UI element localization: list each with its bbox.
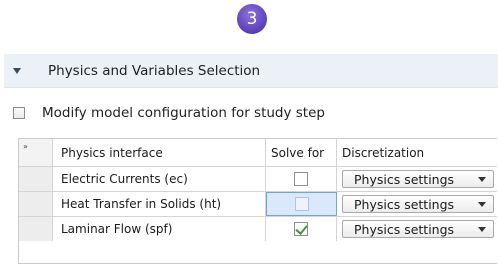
discretization-value: Physics settings xyxy=(354,196,455,212)
discretization-select[interactable]: Physics settings xyxy=(342,220,494,238)
column-header-physics-interface: Physics interface xyxy=(53,139,266,166)
discretization-select[interactable]: Physics settings xyxy=(342,170,494,188)
collapse-triangle-icon[interactable] xyxy=(13,67,25,74)
dropdown-caret-icon xyxy=(478,177,486,182)
discretization-cell: Physics settings xyxy=(337,192,497,216)
dropdown-caret-icon xyxy=(478,202,486,207)
discretization-cell: Physics settings xyxy=(337,167,497,191)
physics-interface-name: Laminar Flow (spf) xyxy=(53,217,266,241)
physics-interface-name: Electric Currents (ec) xyxy=(53,167,266,191)
modify-config-option[interactable]: Modify model configuration for study ste… xyxy=(13,103,325,123)
physics-interface-name: Heat Transfer in Solids (ht) xyxy=(53,192,266,216)
column-header-solve-for: Solve for xyxy=(266,139,337,166)
table-row[interactable]: Electric Currents (ec) Physics settings xyxy=(19,167,497,192)
solve-for-checkbox[interactable] xyxy=(294,197,309,211)
table-header-row: » Physics interface Solve for Discretiza… xyxy=(19,139,497,167)
modify-config-label: Modify model configuration for study ste… xyxy=(42,105,325,121)
row-handle[interactable] xyxy=(19,192,53,216)
solve-for-cell[interactable] xyxy=(266,217,337,241)
physics-table: » Physics interface Solve for Discretiza… xyxy=(18,138,497,264)
row-handle[interactable] xyxy=(19,167,53,191)
discretization-select[interactable]: Physics settings xyxy=(342,195,494,213)
section-header[interactable]: Physics and Variables Selection xyxy=(4,54,498,88)
section-title: Physics and Variables Selection xyxy=(48,62,261,79)
solve-for-checkbox[interactable] xyxy=(294,222,308,236)
modify-config-checkbox[interactable] xyxy=(13,107,25,119)
table-row[interactable]: Heat Transfer in Solids (ht) Physics set… xyxy=(19,192,497,217)
table-row[interactable]: Laminar Flow (spf) Physics settings xyxy=(19,217,497,241)
solve-for-cell[interactable] xyxy=(266,192,337,216)
row-handle[interactable] xyxy=(19,217,53,241)
discretization-cell: Physics settings xyxy=(337,217,497,241)
solve-for-checkbox[interactable] xyxy=(294,172,308,186)
dropdown-caret-icon xyxy=(478,227,486,232)
column-header-discretization: Discretization xyxy=(342,145,425,160)
solve-for-cell[interactable] xyxy=(266,167,337,191)
discretization-value: Physics settings xyxy=(354,171,455,187)
expand-columns-icon[interactable]: » xyxy=(19,139,53,166)
discretization-value: Physics settings xyxy=(354,221,455,237)
step-number-badge: 3 xyxy=(237,4,267,34)
